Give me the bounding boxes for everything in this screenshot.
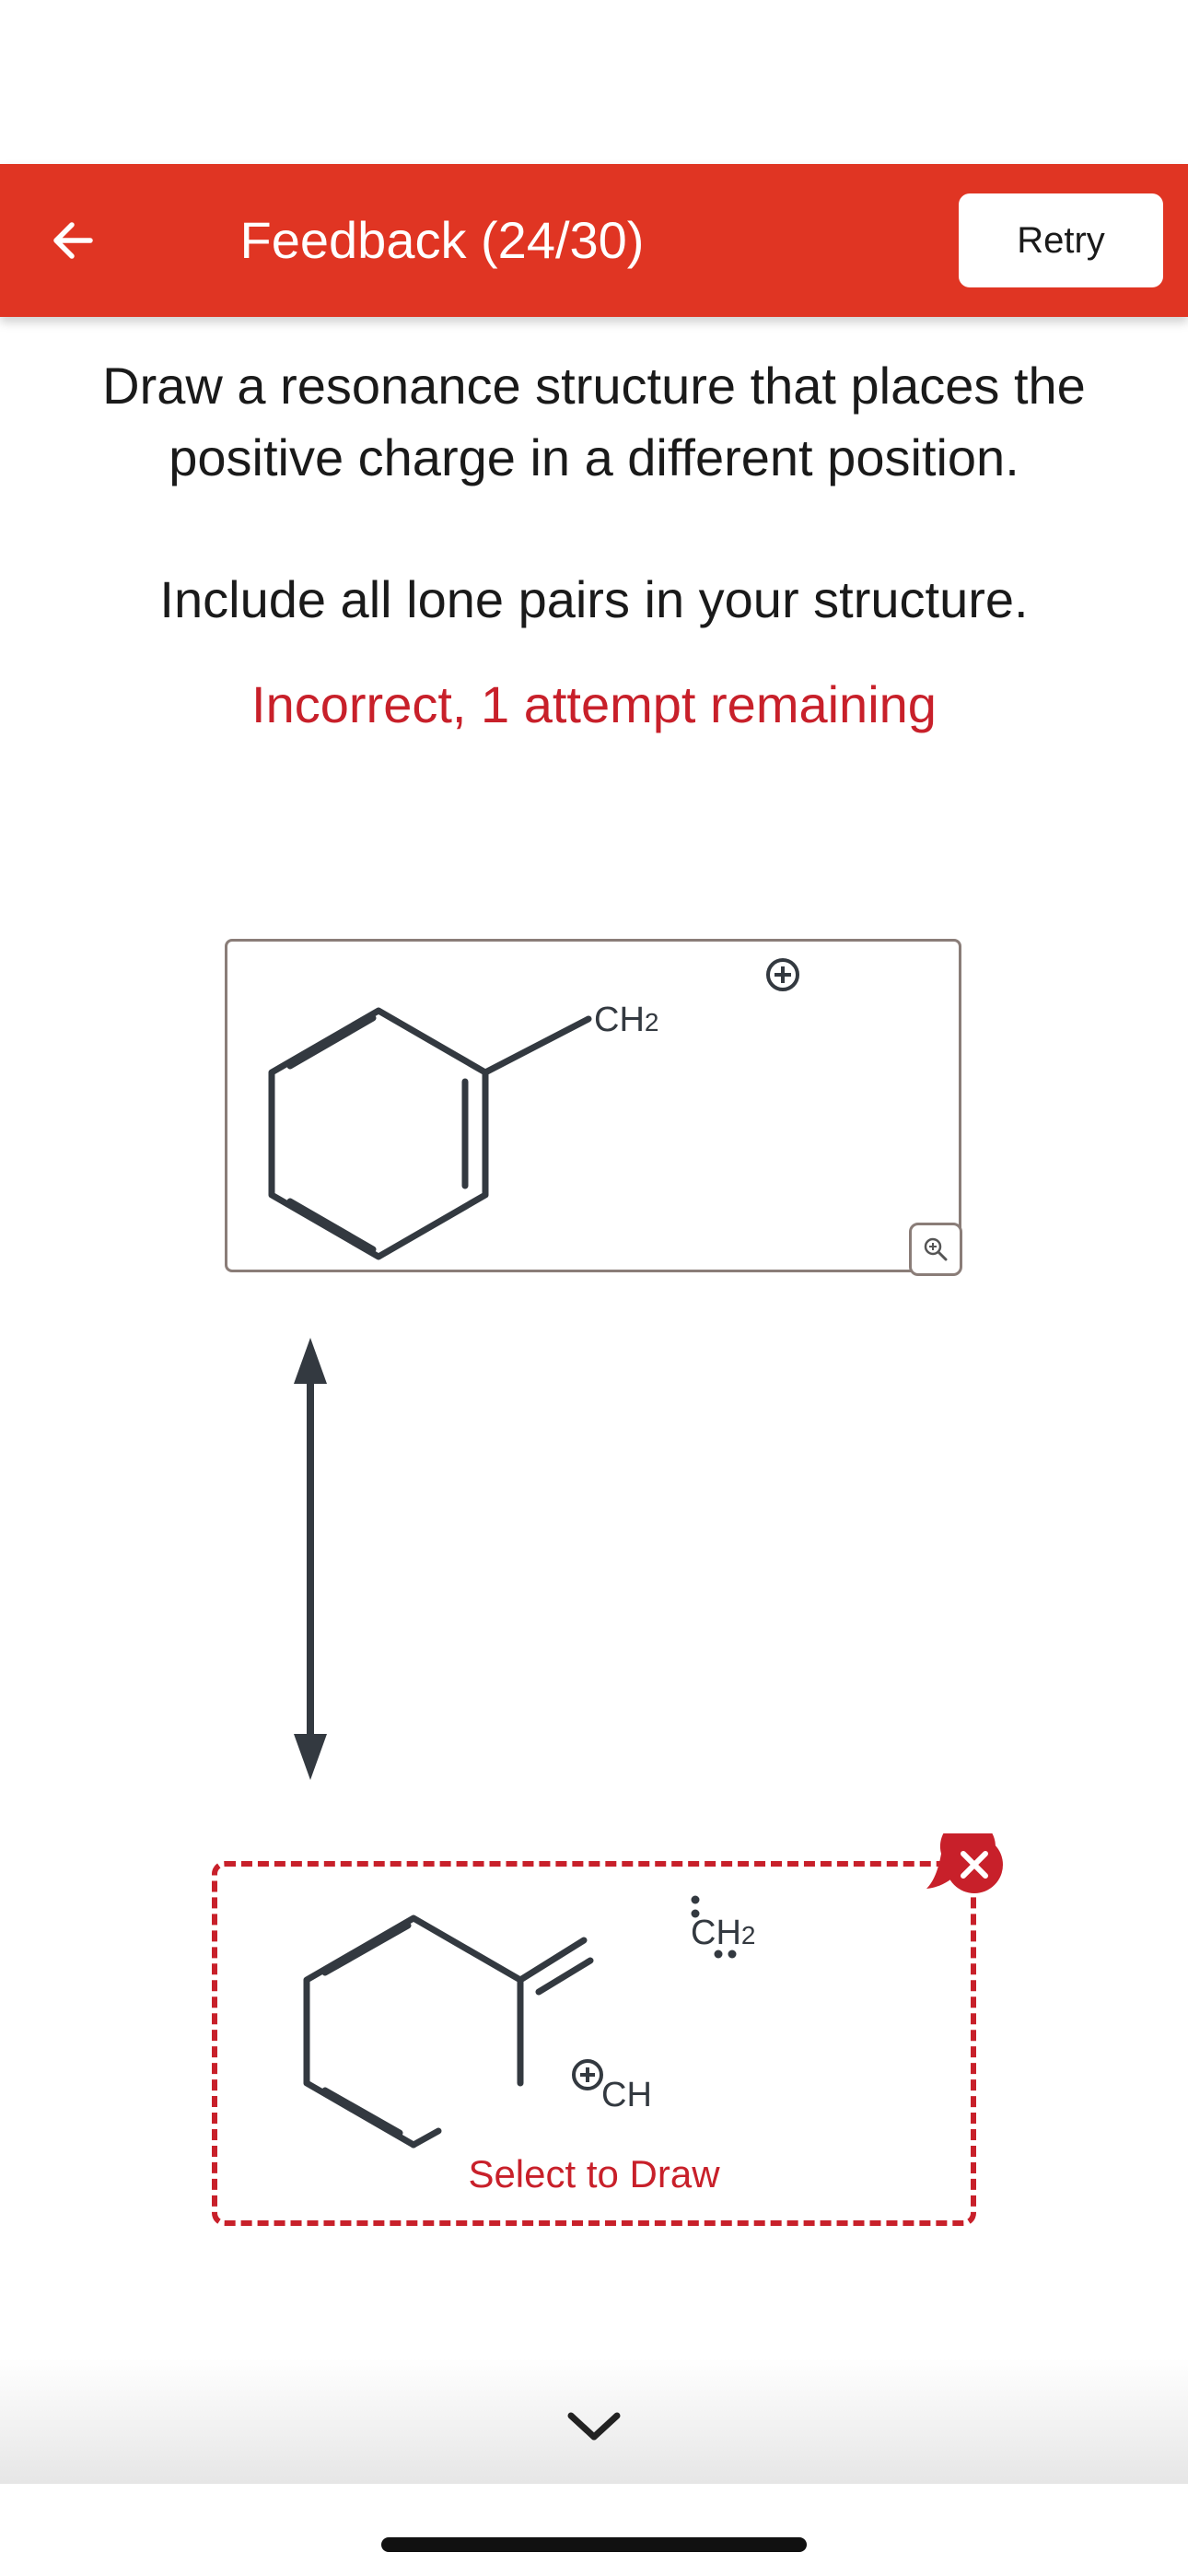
select-to-draw-label: Select to Draw [468, 2152, 720, 2195]
chevron-down-icon[interactable] [562, 2395, 626, 2460]
ring-ch-label: CH [601, 2076, 652, 2114]
benzyl-cation-structure: CH2 [268, 958, 799, 1260]
zoom-in-icon [924, 1237, 948, 1261]
ch2-subscript: 2 [741, 1921, 756, 1950]
retry-button[interactable]: Retry [959, 193, 1163, 287]
ch2-label: CH [594, 1001, 645, 1039]
ch2-subscript: 2 [645, 1008, 659, 1036]
question-prompt: Draw a resonance structure that places t… [102, 357, 1086, 486]
positive-charge-icon [766, 958, 799, 991]
incorrect-badge [926, 1833, 1003, 1893]
given-structure-panel: CH2 [225, 939, 961, 1272]
svg-text:CH2: CH2 [691, 1914, 755, 1952]
page-title: Feedback (24/30) [239, 211, 645, 269]
question-instruction: Include all lone pairs in your structure… [159, 570, 1029, 628]
feedback-message: Incorrect, 1 attempt remaining [251, 675, 937, 733]
zoom-button[interactable] [909, 1223, 962, 1276]
positive-charge-icon [572, 2059, 603, 2090]
svg-text:CH2: CH2 [594, 1001, 658, 1039]
double-headed-arrow-icon [294, 1338, 327, 1780]
top-bar: Feedback (24/30) Retry [0, 164, 1188, 317]
home-indicator [381, 2537, 807, 2552]
ch2-label: CH [691, 1914, 741, 1952]
